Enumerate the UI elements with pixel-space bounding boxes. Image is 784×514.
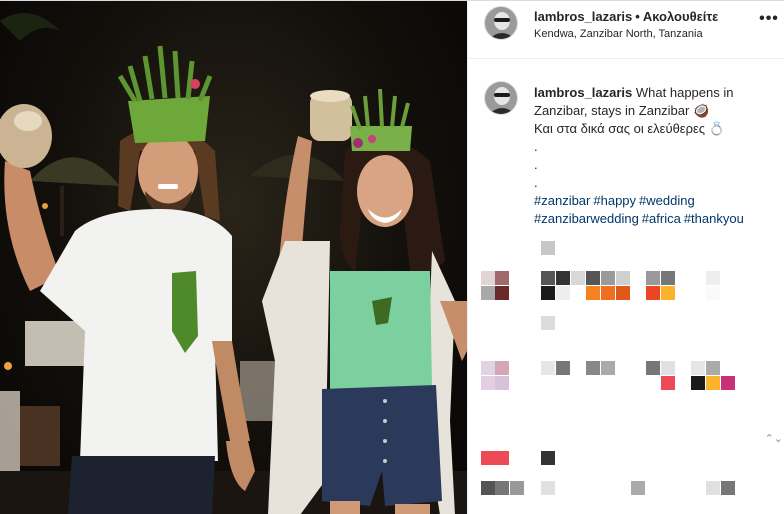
pixel-block [616,271,630,285]
pixel-block [541,286,555,300]
pixel-block [661,376,675,390]
pixel-block [646,271,660,285]
avatar-image [485,7,517,39]
pixel-block [721,481,735,495]
caption-dot: . [534,139,538,154]
hashtag-link[interactable]: #africa [642,211,681,226]
pixel-block [495,286,509,300]
pixel-block [691,361,705,375]
location-link[interactable]: Kendwa, Zanzibar North, Tanzania [534,28,703,40]
follow-status-button[interactable]: Ακολουθείτε [643,9,719,24]
pixel-block [706,271,720,285]
pixel-block [541,316,555,330]
caption-dot: . [534,157,538,172]
pixel-block [556,271,570,285]
post-photo[interactable] [0,1,467,514]
post-header: lambros_lazaris • Ακολουθείτε Kendwa, Zanz… [468,1,784,59]
pixel-block [706,376,720,390]
hashtag-link[interactable]: #zanzibar [534,193,590,208]
pixel-block [481,271,495,285]
hashtag-link[interactable]: #wedding [639,193,695,208]
hashtag-link[interactable]: #zanzibarwedding [534,211,639,226]
hashtag-line-2: #zanzibarwedding #africa #thankyou [534,210,784,228]
instagram-post-modal: lambros_lazaris • Ακολουθείτε Kendwa, Zanz… [0,0,784,514]
pixel-block [481,451,509,465]
pixel-block [495,481,509,495]
pixel-block [495,361,509,375]
pixel-block [586,286,600,300]
pixel-block [706,481,720,495]
photo-scene [0,13,467,514]
separator-dot: • [635,9,640,24]
hashtag-link[interactable]: #thankyou [684,211,744,226]
pixel-block [481,286,495,300]
pixel-block [616,286,630,300]
pixel-block [541,271,555,285]
pixel-block [721,376,735,390]
pixel-block [541,451,555,465]
pixel-block [510,481,524,495]
pixel-block [481,481,495,495]
caption-text: lambros_lazaris What happens in Zanzibar… [534,84,784,228]
pixel-block [601,271,615,285]
pixel-block [586,361,600,375]
pixel-block [601,361,615,375]
hashtag-link[interactable]: #happy [593,193,636,208]
pixel-block [556,361,570,375]
post-side-panel: lambros_lazaris • Ακολουθείτε Kendwa, Zanz… [467,1,784,514]
pixel-block [706,361,720,375]
username-link[interactable]: lambros_lazaris [534,9,632,24]
pixel-block [646,286,660,300]
pixel-block [601,286,615,300]
pixel-block [541,481,555,495]
pixel-block [541,361,555,375]
caption-username-link[interactable]: lambros_lazaris [534,85,632,100]
pixel-block [646,361,660,375]
pixel-block [586,271,600,285]
pixel-block [661,361,675,375]
pixel-block [571,271,585,285]
caption-dot: . [534,175,538,190]
pixel-block [541,241,555,255]
pixel-block [556,286,570,300]
pixel-block [495,271,509,285]
more-icon[interactable]: ••• [756,9,782,29]
avatar-icon[interactable] [484,6,518,40]
pixel-block [481,376,495,390]
avatar-image [485,82,517,114]
pixel-block [495,376,509,390]
avatar-icon[interactable] [484,81,518,115]
header-username-row: lambros_lazaris • Ακολουθείτε [534,9,718,24]
pixel-block [661,286,675,300]
scroll-arrows-icon[interactable]: ⌃⌄ [765,433,783,445]
pixel-block [481,361,495,375]
pixel-block [631,481,645,495]
pixel-block [706,286,720,300]
hashtag-line-1: #zanzibar #happy #wedding [534,192,784,210]
caption-line-2: Και στα δικά σας οι ελεύθερες 💍 [534,121,725,136]
pixel-block [661,271,675,285]
pixel-block [691,376,705,390]
